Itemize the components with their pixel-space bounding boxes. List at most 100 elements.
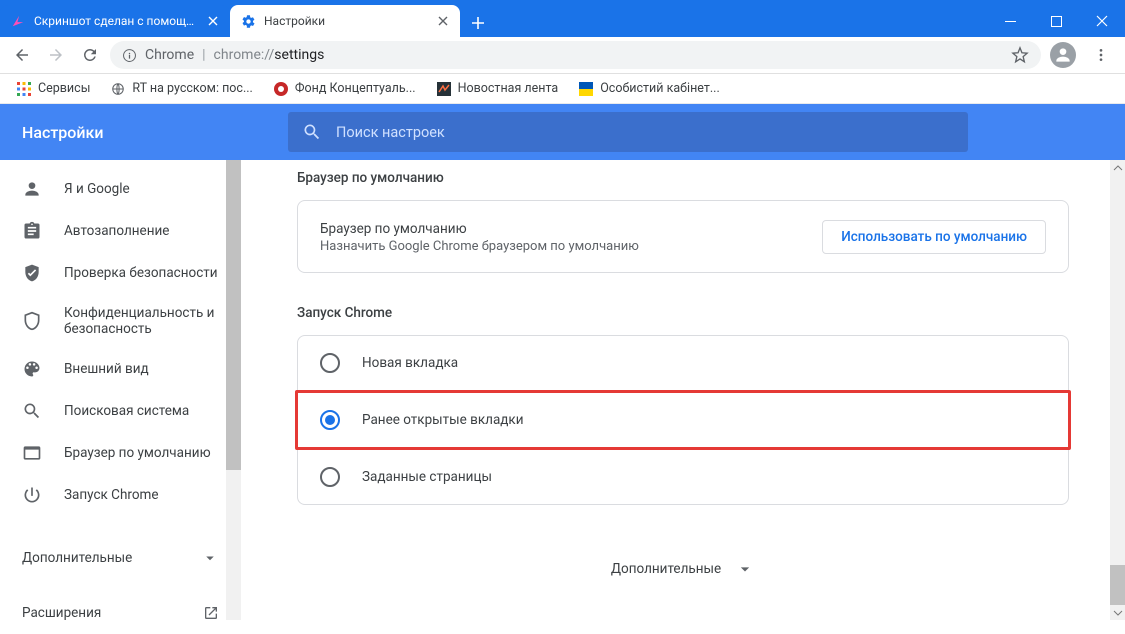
new-tab-button[interactable] bbox=[464, 9, 492, 37]
settings-search[interactable] bbox=[288, 112, 968, 152]
power-icon bbox=[22, 485, 42, 505]
radio-label: Заданные страницы bbox=[362, 469, 492, 485]
browser-tab-1[interactable]: Настройки bbox=[230, 5, 460, 37]
sidebar-item-label: Я и Google bbox=[64, 181, 130, 197]
content-scrollbar[interactable] bbox=[1110, 160, 1125, 620]
favicon bbox=[578, 81, 594, 97]
radio-icon bbox=[320, 353, 340, 373]
tab-title: Настройки bbox=[264, 14, 428, 28]
browser-tab-0[interactable]: Скриншот сделан с помощью L bbox=[0, 5, 230, 37]
annotation-highlight: Ранее открытые вкладки bbox=[295, 390, 1071, 450]
startup-option-new-tab[interactable]: Новая вкладка bbox=[298, 336, 1068, 390]
sidebar-extensions[interactable]: Расширения bbox=[0, 592, 241, 634]
section-title-on-startup: Запуск Chrome bbox=[297, 305, 1069, 321]
settings-header: Настройки bbox=[0, 104, 1125, 160]
bookmark-cabinet[interactable]: Особистий кабінет... bbox=[570, 77, 728, 101]
radio-icon bbox=[320, 467, 340, 487]
sidebar-item-safety-check[interactable]: Проверка безопасности bbox=[0, 252, 241, 294]
maximize-button[interactable] bbox=[1033, 5, 1079, 37]
radio-label: Ранее открытые вкладки bbox=[362, 412, 524, 428]
bookmarks-bar: Сервисы RT на русском: пос... Фонд Конце… bbox=[0, 74, 1125, 104]
search-icon bbox=[22, 401, 42, 421]
bookmark-label: Новостная лента bbox=[458, 81, 559, 96]
startup-option-continue[interactable]: Ранее открытые вкладки bbox=[298, 393, 1068, 447]
url-scheme-label: Chrome bbox=[145, 47, 194, 63]
sidebar-item-appearance[interactable]: Внешний вид bbox=[0, 348, 241, 390]
url-text: chrome://settings bbox=[214, 47, 1003, 63]
bookmark-news[interactable]: Новостная лента bbox=[428, 77, 567, 101]
close-icon[interactable] bbox=[206, 14, 220, 28]
profile-avatar[interactable] bbox=[1047, 39, 1079, 71]
bookmark-fond[interactable]: Фонд Концептуаль... bbox=[265, 77, 424, 101]
favicon bbox=[273, 81, 289, 97]
shield-check-icon bbox=[22, 263, 42, 283]
sidebar-item-default-browser[interactable]: Браузер по умолчанию bbox=[0, 432, 241, 474]
on-startup-card: Новая вкладка Ранее открытые вкладки Зад… bbox=[297, 335, 1069, 505]
close-icon[interactable] bbox=[436, 14, 450, 28]
bookmark-label: RT на русском: пос... bbox=[132, 81, 252, 96]
window-controls bbox=[987, 5, 1125, 37]
sidebar-item-privacy[interactable]: Конфиденциальность и безопасность bbox=[0, 294, 241, 348]
external-link-icon bbox=[203, 605, 219, 621]
clipboard-icon bbox=[22, 221, 42, 241]
sidebar-more-label: Дополнительные bbox=[22, 550, 132, 566]
sidebar-more[interactable]: Дополнительные bbox=[0, 536, 241, 580]
browser-icon bbox=[22, 443, 42, 463]
gear-icon bbox=[240, 13, 256, 29]
omnibox[interactable]: Chrome | chrome://settings bbox=[110, 41, 1041, 69]
card-subtitle: Назначить Google Chrome браузером по умо… bbox=[320, 239, 639, 254]
search-input[interactable] bbox=[336, 124, 954, 141]
search-icon bbox=[302, 122, 322, 142]
address-bar: Chrome | chrome://settings bbox=[0, 37, 1125, 74]
sidebar-item-you-and-google[interactable]: Я и Google bbox=[0, 168, 241, 210]
reload-button[interactable] bbox=[76, 41, 104, 69]
startup-option-specific-pages[interactable]: Заданные страницы bbox=[298, 450, 1068, 504]
window-close-button[interactable] bbox=[1079, 5, 1125, 37]
section-title-default-browser: Браузер по умолчанию bbox=[297, 170, 1069, 186]
bookmark-label: Сервисы bbox=[38, 81, 90, 96]
settings-title: Настройки bbox=[0, 123, 288, 142]
person-icon bbox=[22, 179, 42, 199]
chevron-down-icon bbox=[735, 559, 755, 579]
settings-content: Браузер по умолчанию Браузер по умолчани… bbox=[241, 160, 1125, 620]
bookmark-label: Фонд Концептуаль... bbox=[295, 81, 416, 96]
radio-icon bbox=[320, 410, 340, 430]
more-label: Дополнительные bbox=[611, 561, 721, 577]
chevron-down-icon bbox=[201, 549, 219, 567]
globe-icon bbox=[110, 81, 126, 97]
sidebar-item-label: Браузер по умолчанию bbox=[64, 445, 211, 461]
favicon bbox=[436, 81, 452, 97]
sidebar-item-search-engine[interactable]: Поисковая система bbox=[0, 390, 241, 432]
back-button[interactable] bbox=[8, 41, 36, 69]
tab-title: Скриншот сделан с помощью L bbox=[34, 14, 198, 28]
make-default-button[interactable]: Использовать по умолчанию bbox=[822, 220, 1046, 254]
site-info-icon[interactable] bbox=[122, 48, 137, 63]
scroll-down-icon[interactable] bbox=[1110, 605, 1125, 620]
minimize-button[interactable] bbox=[987, 5, 1033, 37]
scroll-up-icon[interactable] bbox=[1110, 160, 1125, 175]
sidebar-item-label: Автозаполнение bbox=[64, 223, 169, 239]
sidebar-item-autofill[interactable]: Автозаполнение bbox=[0, 210, 241, 252]
divider: | bbox=[202, 47, 205, 63]
kebab-menu-icon[interactable] bbox=[1085, 39, 1117, 71]
card-title: Браузер по умолчанию bbox=[320, 219, 639, 239]
shield-icon bbox=[22, 311, 42, 331]
default-browser-card: Браузер по умолчанию Назначить Google Ch… bbox=[297, 200, 1069, 273]
settings-sidebar: Я и Google Автозаполнение Проверка безоп… bbox=[0, 160, 241, 620]
sidebar-item-label: Запуск Chrome bbox=[64, 487, 159, 503]
bookmark-rt[interactable]: RT на русском: пос... bbox=[102, 77, 260, 101]
radio-label: Новая вкладка bbox=[362, 355, 458, 371]
sidebar-extensions-label: Расширения bbox=[22, 605, 101, 621]
sidebar-item-on-startup[interactable]: Запуск Chrome bbox=[0, 474, 241, 516]
sidebar-scrollbar[interactable] bbox=[226, 160, 241, 620]
apps-icon bbox=[16, 81, 32, 97]
window-titlebar: Скриншот сделан с помощью L Настройки bbox=[0, 0, 1125, 37]
forward-button[interactable] bbox=[42, 41, 70, 69]
sidebar-item-label: Конфиденциальность и безопасность bbox=[64, 305, 219, 337]
content-more-toggle[interactable]: Дополнительные bbox=[297, 559, 1069, 579]
sidebar-item-label: Внешний вид bbox=[64, 361, 149, 377]
bookmark-apps[interactable]: Сервисы bbox=[8, 77, 98, 101]
palette-icon bbox=[22, 359, 42, 379]
bookmark-label: Особистий кабінет... bbox=[600, 81, 720, 96]
bookmark-star-icon[interactable] bbox=[1011, 46, 1029, 64]
